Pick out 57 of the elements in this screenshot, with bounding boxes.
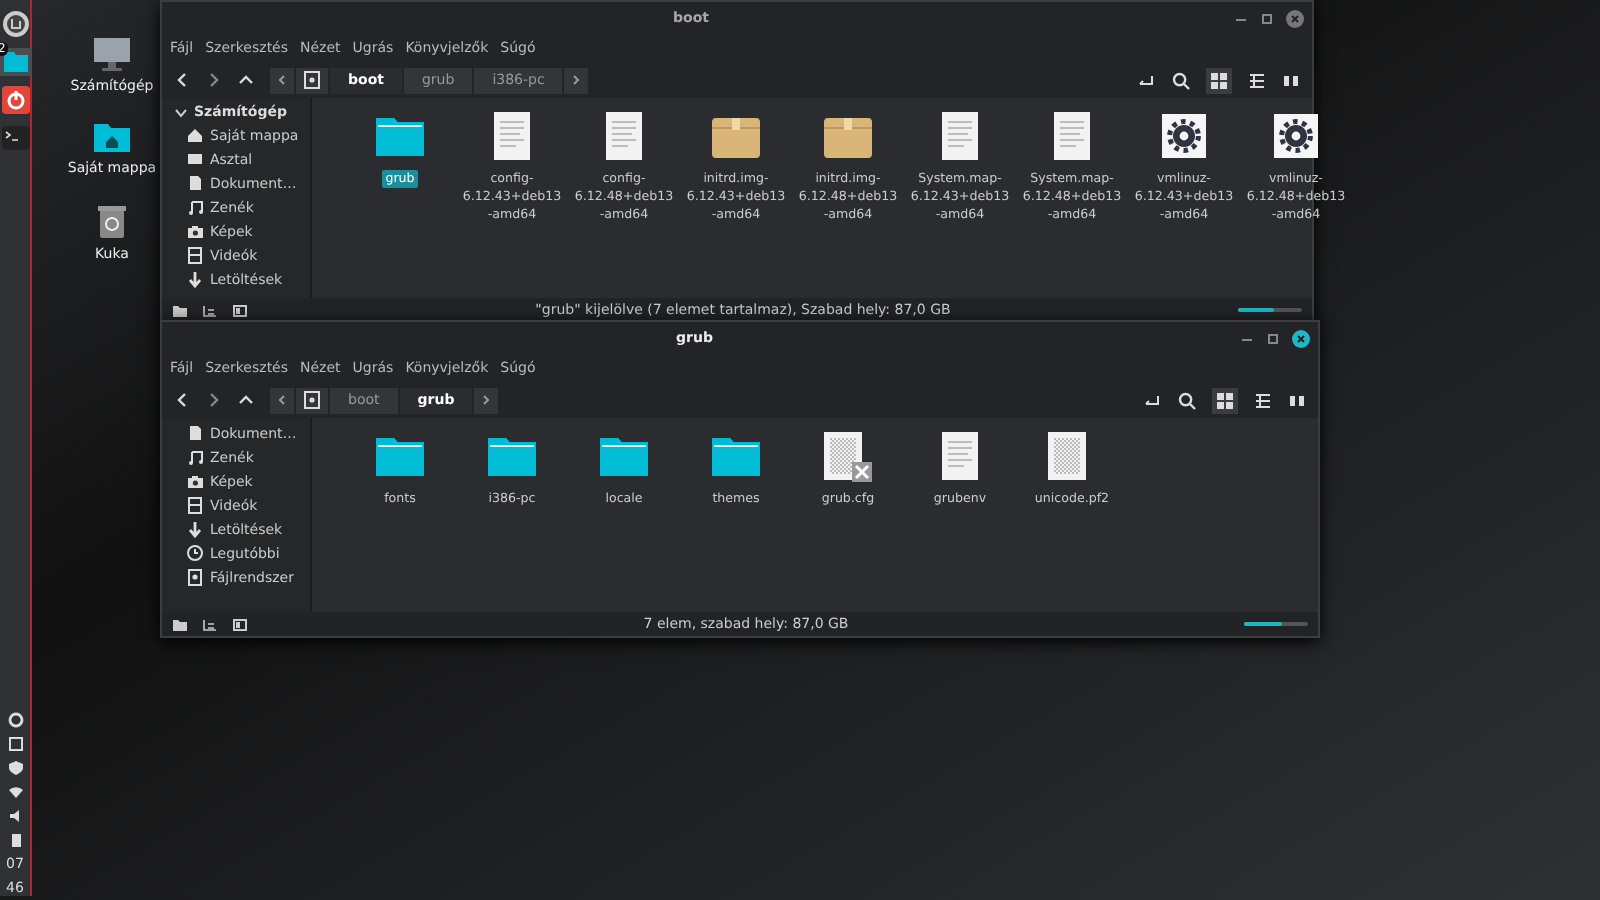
house-icon	[186, 126, 204, 144]
back-icon[interactable]	[174, 392, 190, 408]
gear-file-icon	[1160, 112, 1208, 160]
text-file-icon	[938, 110, 982, 162]
tree-icon[interactable]	[202, 617, 218, 631]
film-icon	[186, 246, 204, 264]
package-icon	[710, 112, 762, 160]
text-file-icon	[490, 110, 534, 162]
trash-icon[interactable]	[96, 204, 128, 240]
folder-icon	[710, 434, 762, 478]
folder-icon	[598, 434, 650, 478]
document-icon	[186, 174, 204, 192]
close-icon[interactable]	[1292, 329, 1310, 347]
music-note-icon	[186, 198, 204, 216]
text-file-icon	[602, 110, 646, 162]
maximize-icon[interactable]	[1266, 331, 1280, 345]
ring-icon	[7, 712, 23, 728]
chevron-right-icon[interactable]	[474, 387, 499, 413]
monitor-icon[interactable]	[92, 36, 132, 72]
speaker-icon	[7, 808, 23, 824]
text-file-icon	[938, 430, 982, 482]
shield-icon	[7, 760, 23, 776]
square-icon	[7, 736, 23, 752]
compact-view-icon[interactable]	[1288, 391, 1306, 409]
desktop-icon	[186, 150, 204, 168]
folder-icon	[486, 434, 538, 478]
clipboard-icon	[7, 832, 23, 848]
camera-icon	[186, 222, 204, 240]
download-icon	[186, 520, 204, 538]
sidebar-toggle-icon[interactable]	[232, 617, 248, 631]
camera-icon	[186, 472, 204, 490]
grid-view-icon[interactable]	[1212, 387, 1238, 413]
gear-file-icon	[1272, 112, 1320, 160]
menu-icon[interactable]	[0, 8, 31, 40]
return-icon[interactable]	[1144, 391, 1162, 409]
drive-icon	[186, 568, 204, 586]
home-folder-icon[interactable]	[91, 122, 132, 154]
expander-icon[interactable]	[174, 105, 188, 119]
forward-icon[interactable]	[206, 392, 222, 408]
film-icon	[186, 496, 204, 514]
wifi-icon	[7, 784, 23, 800]
search-icon[interactable]	[1178, 391, 1196, 409]
package-icon	[822, 112, 874, 160]
text-file-icon	[1050, 110, 1094, 162]
folder-icon	[374, 434, 426, 478]
list-view-icon[interactable]	[1254, 391, 1272, 409]
download-icon	[186, 270, 204, 288]
document-icon	[186, 424, 204, 442]
power-app-icon[interactable]	[0, 84, 31, 116]
chevron-left-icon[interactable]	[270, 387, 294, 413]
up-icon[interactable]	[238, 392, 254, 408]
terminal-icon[interactable]	[0, 124, 31, 152]
drive-icon[interactable]	[296, 387, 328, 413]
music-note-icon	[186, 448, 204, 466]
clock-icon	[186, 544, 204, 562]
folder-icon	[374, 114, 426, 158]
places-icon[interactable]	[172, 617, 188, 631]
